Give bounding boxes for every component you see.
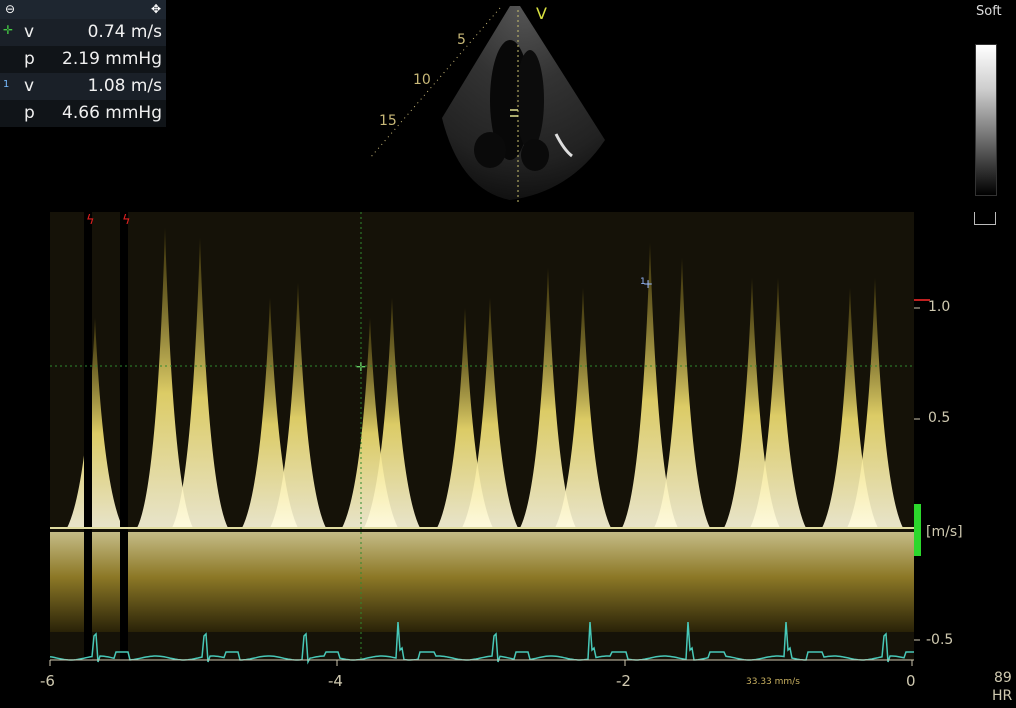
y-tick-label: 1.0	[928, 299, 951, 315]
measurement-row-4[interactable]: p 4.66 mmHg	[0, 100, 166, 127]
atrium-cavity	[521, 139, 549, 171]
measurement-label: p	[24, 103, 35, 123]
measurement-label: v	[24, 22, 35, 42]
measurement-value: 1.08 m/s	[87, 76, 162, 96]
measurement-value: 2.19 mmHg	[62, 49, 162, 69]
echo-2d-image[interactable]: V 5 10 15	[360, 0, 630, 212]
atrium-cavity	[474, 132, 506, 168]
doppler-spectrum[interactable]: ✛ + 1 ϟ ϟ	[0, 210, 1016, 708]
measurement-row-3[interactable]: 1 v 1.08 m/s	[0, 73, 166, 100]
heart-rate-value: 89	[994, 670, 1012, 686]
x-tick-label: -2	[616, 672, 631, 690]
measure-point-label: 1	[640, 277, 646, 287]
depth-label: 15	[379, 113, 397, 129]
move-arrows-icon[interactable]: ✥	[149, 2, 163, 16]
green-plus-marker-icon: ✛	[3, 23, 14, 37]
y-tick-label: -0.5	[926, 632, 954, 648]
measurement-label: v	[24, 76, 35, 96]
sweep-speed-label: 33.33 mm/s	[746, 677, 800, 687]
r-wave-marker-icon: ϟ	[122, 213, 131, 228]
measurement-value: 0.74 m/s	[87, 22, 162, 42]
measure-cursor-point[interactable]: ✛	[356, 360, 366, 374]
measurement-toolbar: ⊖ ✥	[0, 0, 166, 19]
measurement-row-1[interactable]: ✛ v 0.74 m/s	[0, 19, 166, 46]
y-tick-label: 0.5	[928, 410, 951, 426]
gray-map-label: Soft	[976, 4, 1002, 19]
x-tick-label: 0	[906, 672, 916, 690]
baseline-handle[interactable]	[914, 504, 921, 556]
measurement-marker-1: 1	[3, 79, 10, 90]
x-tick-label: -4	[328, 672, 343, 690]
gray-map-bar	[975, 44, 997, 196]
velocity-unit-label: [m/s]	[926, 524, 963, 540]
negative-flow-band	[50, 532, 914, 632]
sector-scan	[369, 6, 605, 205]
measurement-value: 4.66 mmHg	[62, 103, 162, 123]
dropout-gap	[120, 212, 128, 660]
r-wave-marker-icon: ϟ	[86, 213, 95, 228]
orientation-marker: V	[536, 4, 547, 23]
dropout-gap	[84, 212, 92, 660]
depth-label: 5	[457, 32, 466, 48]
heart-rate-label: HR	[992, 688, 1013, 704]
measurement-label: p	[24, 49, 35, 69]
depth-label: 10	[413, 72, 431, 88]
measurement-row-2[interactable]: p 2.19 mmHg	[0, 46, 166, 73]
ventricle-cavity	[516, 50, 544, 150]
measurement-panel: ⊖ ✥ ✛ v 0.74 m/s p 2.19 mmHg 1 v 1.08 m/…	[0, 0, 166, 127]
x-tick-label: -6	[40, 672, 55, 690]
y-axis-ticks	[914, 307, 920, 641]
circle-minus-icon[interactable]: ⊖	[3, 2, 17, 16]
